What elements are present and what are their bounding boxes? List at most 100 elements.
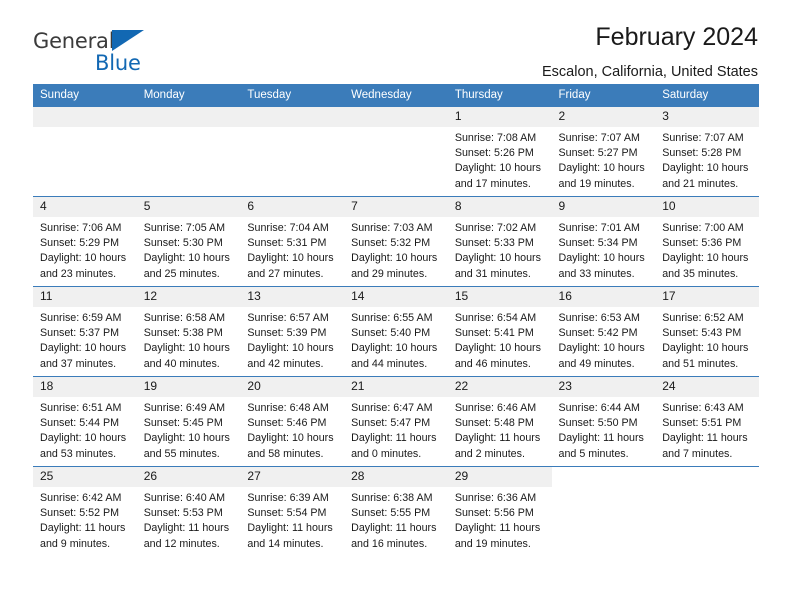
calendar-day-cell[interactable]: 6 Sunrise: 7:04 AM Sunset: 5:31 PM Daylight… [240,196,345,287]
calendar-day-cell[interactable]: 20 Sunrise: 6:48 AM Sunset: 5:46 PM Dayligh… [240,376,345,467]
calendar-day-cell[interactable]: 11 Sunrise: 6:59 AM Sunset: 5:37 PM Dayligh… [33,286,137,377]
calendar-cell-inner: 21 Sunrise: 6:47 AM Sunset: 5:47 PM Dayligh… [344,377,448,466]
calendar-day-cell[interactable]: 26 Sunrise: 6:40 AM Sunset: 5:53 PM Dayligh… [136,466,241,556]
calendar-cell-inner: 11 Sunrise: 6:59 AM Sunset: 5:37 PM Dayligh… [33,287,137,376]
calendar-week-row: 25 Sunrise: 6:42 AM Sunset: 5:52 PM Dayligh… [33,466,759,556]
calendar-day-cell[interactable]: 17 Sunrise: 6:52 AM Sunset: 5:43 PM Dayligh… [655,286,759,377]
sunset-text: Sunset: 5:41 PM [454,327,534,340]
day-details: Sunrise: 7:03 AM Sunset: 5:32 PM Daylight:… [344,217,448,282]
calendar-day-cell[interactable]: 7 Sunrise: 7:03 AM Sunset: 5:32 PM Daylight… [344,196,448,287]
calendar-cell-inner: 25 Sunrise: 6:42 AM Sunset: 5:52 PM Dayligh… [33,467,137,556]
calendar-day-cell[interactable]: 24 Sunrise: 6:43 AM Sunset: 5:51 PM Dayligh… [655,376,759,467]
day-number: 23 [551,377,656,397]
weekday-header-tuesday: Tuesday [240,84,345,107]
calendar-day-cell[interactable]: 4 Sunrise: 7:06 AM Sunset: 5:29 PM Daylight… [33,196,137,287]
day-number: 18 [33,377,137,397]
day-number: 19 [136,377,241,397]
sunrise-text: Sunrise: 6:47 AM [351,402,433,414]
daylight-text: Daylight: 10 hours and 21 minutes. [662,162,749,190]
day-number: 16 [551,287,656,307]
day-details: Sunrise: 6:46 AM Sunset: 5:48 PM Daylight:… [448,397,552,462]
sunrise-text: Sunrise: 7:01 AM [558,222,640,234]
page-header: General Blue February 2024 Escalon, Cali… [33,0,759,79]
calendar-cell-empty [136,106,241,197]
sunrise-text: Sunrise: 6:58 AM [143,312,226,324]
calendar-day-cell[interactable]: 10 Sunrise: 7:00 AM Sunset: 5:36 PM Dayligh… [655,196,759,287]
sunset-text: Sunset: 5:48 PM [454,417,534,430]
day-number [136,107,241,127]
calendar-cell-empty [33,106,137,197]
sunset-text: Sunset: 5:51 PM [662,417,742,430]
calendar-day-cell[interactable]: 2 Sunrise: 7:07 AM Sunset: 5:27 PM Daylight… [551,106,656,197]
sunrise-text: Sunrise: 6:49 AM [143,402,226,414]
calendar-cell-blank [655,466,759,556]
day-details: Sunrise: 6:47 AM Sunset: 5:47 PM Daylight:… [344,397,448,462]
day-details: Sunrise: 7:07 AM Sunset: 5:27 PM Daylight:… [552,127,656,192]
day-details: Sunrise: 6:59 AM Sunset: 5:37 PM Daylight:… [33,307,137,372]
calendar-day-cell[interactable]: 9 Sunrise: 7:01 AM Sunset: 5:34 PM Daylight… [551,196,656,287]
daylight-text: Daylight: 11 hours and 12 minutes. [143,522,230,550]
sunrise-text: Sunrise: 6:51 AM [40,402,122,414]
calendar-cell-inner [552,467,656,556]
sunset-text: Sunset: 5:30 PM [143,237,223,250]
calendar-day-cell[interactable]: 21 Sunrise: 6:47 AM Sunset: 5:47 PM Dayligh… [344,376,448,467]
calendar-cell-inner [655,467,759,556]
calendar-day-cell[interactable]: 3 Sunrise: 7:07 AM Sunset: 5:28 PM Daylight… [655,106,759,197]
calendar-day-cell[interactable]: 18 Sunrise: 6:51 AM Sunset: 5:44 PM Dayligh… [33,376,137,467]
daylight-text: Daylight: 10 hours and 58 minutes. [247,432,334,460]
calendar-day-cell[interactable]: 29 Sunrise: 6:36 AM Sunset: 5:56 PM Dayligh… [447,466,552,556]
day-number: 26 [136,467,241,487]
calendar-day-cell[interactable]: 15 Sunrise: 6:54 AM Sunset: 5:41 PM Dayligh… [447,286,552,377]
sunset-text: Sunset: 5:56 PM [454,507,534,520]
calendar-cell-inner: 9 Sunrise: 7:01 AM Sunset: 5:34 PM Daylight… [551,197,656,286]
sunrise-text: Sunrise: 6:53 AM [558,312,640,324]
calendar-cell-empty [240,106,345,197]
sunset-text: Sunset: 5:38 PM [143,327,223,340]
daylight-text: Daylight: 11 hours and 19 minutes. [454,522,541,550]
sunset-text: Sunset: 5:33 PM [454,237,534,250]
day-number: 8 [447,197,552,217]
calendar-day-cell[interactable]: 27 Sunrise: 6:39 AM Sunset: 5:54 PM Dayligh… [240,466,345,556]
sunset-text: Sunset: 5:52 PM [40,507,120,520]
calendar-cell-inner: 10 Sunrise: 7:00 AM Sunset: 5:36 PM Dayligh… [655,197,759,286]
calendar-cell-inner: 7 Sunrise: 7:03 AM Sunset: 5:32 PM Daylight… [344,197,448,286]
calendar-day-cell[interactable]: 16 Sunrise: 6:53 AM Sunset: 5:42 PM Dayligh… [551,286,656,377]
sunset-text: Sunset: 5:26 PM [454,147,534,160]
sunrise-text: Sunrise: 7:06 AM [40,222,122,234]
calendar-day-cell[interactable]: 22 Sunrise: 6:46 AM Sunset: 5:48 PM Dayligh… [447,376,552,467]
day-number: 1 [447,107,552,127]
sunset-text: Sunset: 5:32 PM [351,237,431,250]
calendar-cell-inner: 13 Sunrise: 6:57 AM Sunset: 5:39 PM Dayligh… [240,287,345,376]
day-number [655,467,759,487]
calendar-day-cell[interactable]: 1 Sunrise: 7:08 AM Sunset: 5:26 PM Daylight… [447,106,552,197]
day-number: 2 [551,107,656,127]
sunrise-text: Sunrise: 6:44 AM [558,402,640,414]
day-number: 5 [136,197,241,217]
sunset-text: Sunset: 5:31 PM [247,237,327,250]
calendar-day-cell[interactable]: 8 Sunrise: 7:02 AM Sunset: 5:33 PM Daylight… [447,196,552,287]
calendar-day-cell[interactable]: 28 Sunrise: 6:38 AM Sunset: 5:55 PM Dayligh… [344,466,448,556]
weekday-header-wednesday: Wednesday [344,84,448,107]
calendar-day-cell[interactable]: 14 Sunrise: 6:55 AM Sunset: 5:40 PM Dayligh… [344,286,448,377]
daylight-text: Daylight: 10 hours and 31 minutes. [454,252,541,280]
sunrise-text: Sunrise: 7:03 AM [351,222,433,234]
calendar-day-cell[interactable]: 19 Sunrise: 6:49 AM Sunset: 5:45 PM Dayligh… [136,376,241,467]
day-number: 28 [344,467,448,487]
day-details: Sunrise: 6:53 AM Sunset: 5:42 PM Daylight:… [552,307,656,372]
sunset-text: Sunset: 5:42 PM [558,327,638,340]
calendar-day-cell[interactable]: 13 Sunrise: 6:57 AM Sunset: 5:39 PM Dayligh… [240,286,345,377]
calendar-day-cell[interactable]: 25 Sunrise: 6:42 AM Sunset: 5:52 PM Dayligh… [33,466,137,556]
sunset-text: Sunset: 5:36 PM [662,237,742,250]
calendar-day-cell[interactable]: 23 Sunrise: 6:44 AM Sunset: 5:50 PM Dayligh… [551,376,656,467]
sunrise-text: Sunrise: 7:00 AM [662,222,744,234]
calendar-day-cell[interactable]: 5 Sunrise: 7:05 AM Sunset: 5:30 PM Daylight… [136,196,241,287]
brand-name-general: General [33,29,115,53]
day-details: Sunrise: 6:48 AM Sunset: 5:46 PM Daylight:… [240,397,344,462]
sunrise-text: Sunrise: 6:39 AM [247,492,329,504]
sunrise-text: Sunrise: 6:40 AM [143,492,226,504]
sunrise-text: Sunrise: 7:05 AM [143,222,226,234]
day-details: Sunrise: 7:00 AM Sunset: 5:36 PM Daylight:… [655,217,759,282]
sunset-text: Sunset: 5:34 PM [558,237,638,250]
calendar-day-cell[interactable]: 12 Sunrise: 6:58 AM Sunset: 5:38 PM Dayligh… [136,286,241,377]
calendar-cell-inner: 15 Sunrise: 6:54 AM Sunset: 5:41 PM Dayligh… [447,287,552,376]
